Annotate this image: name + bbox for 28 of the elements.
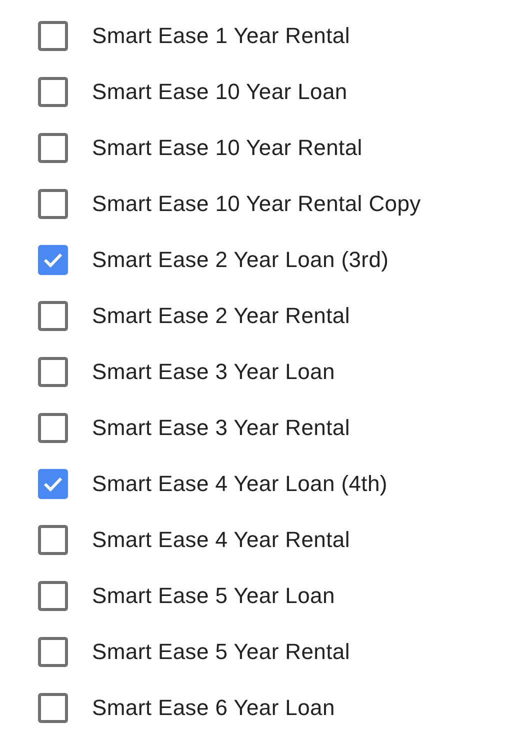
- checkbox[interactable]: [38, 133, 68, 163]
- option-label: Smart Ease 5 Year Rental: [92, 639, 350, 665]
- option-label: Smart Ease 2 Year Rental: [92, 303, 350, 329]
- option-label: Smart Ease 1 Year Rental: [92, 23, 350, 49]
- checkbox[interactable]: [38, 525, 68, 555]
- option-label: Smart Ease 3 Year Loan: [92, 359, 335, 385]
- option-label: Smart Ease 6 Year Loan: [92, 695, 335, 721]
- checkbox[interactable]: [38, 357, 68, 387]
- checkbox[interactable]: [38, 581, 68, 611]
- checkbox[interactable]: [38, 21, 68, 51]
- option-label: Smart Ease 10 Year Rental Copy: [92, 191, 421, 217]
- checkbox[interactable]: [38, 301, 68, 331]
- checkbox[interactable]: [38, 77, 68, 107]
- checkbox[interactable]: [38, 693, 68, 723]
- checkmark-icon: [43, 252, 63, 268]
- option-label: Smart Ease 10 Year Loan: [92, 79, 348, 105]
- checkbox[interactable]: [38, 245, 68, 275]
- checkmark-icon: [43, 476, 63, 492]
- option-label: Smart Ease 3 Year Rental: [92, 415, 350, 441]
- option-label: Smart Ease 2 Year Loan (3rd): [92, 247, 389, 273]
- checkbox[interactable]: [38, 469, 68, 499]
- option-label: Smart Ease 4 Year Loan (4th): [92, 471, 388, 497]
- option-label: Smart Ease 10 Year Rental: [92, 135, 362, 161]
- checkbox[interactable]: [38, 413, 68, 443]
- checkbox[interactable]: [38, 637, 68, 667]
- checkbox[interactable]: [38, 189, 68, 219]
- option-label: Smart Ease 5 Year Loan: [92, 583, 335, 609]
- option-label: Smart Ease 4 Year Rental: [92, 527, 350, 553]
